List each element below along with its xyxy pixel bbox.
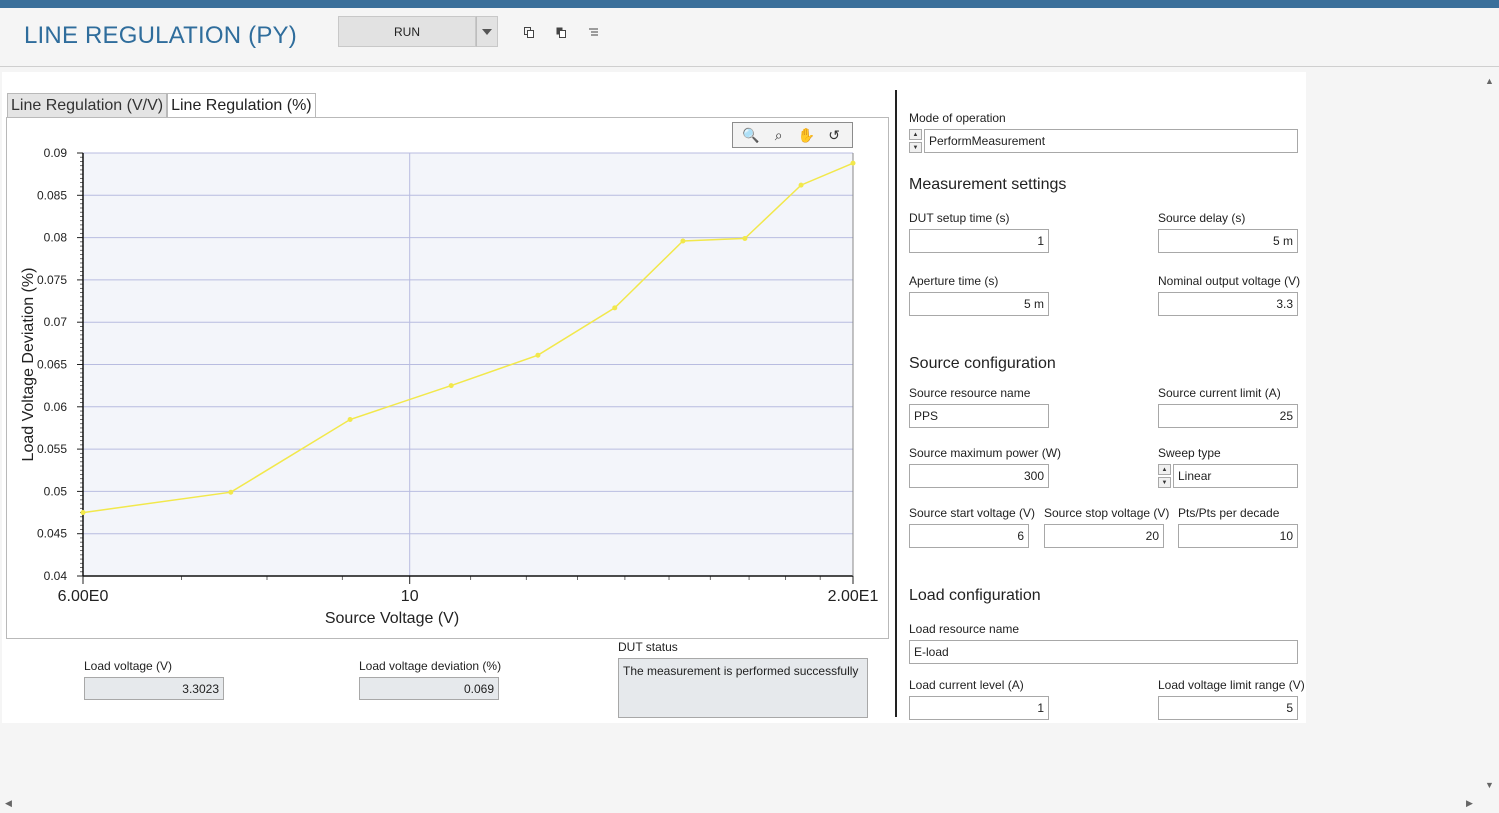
source-configuration-title: Source configuration xyxy=(909,355,1056,372)
sweep-type-spinner[interactable]: ▲ ▼ xyxy=(1158,464,1171,488)
chart-panel: 0.04 0.045 0.05 0.055 0.06 0.065 0.07 0.075 0.08… xyxy=(6,117,889,639)
reset-icon[interactable]: ↺ xyxy=(824,127,844,144)
nominal-voltage-field[interactable]: 3.3 xyxy=(1158,292,1298,316)
source-current-field[interactable]: 25 xyxy=(1158,404,1298,428)
y-tick-label: 0.085 xyxy=(37,188,67,202)
spin-down-icon[interactable]: ▼ xyxy=(1158,477,1171,488)
header: LINE REGULATION (PY) RUN xyxy=(0,8,1499,67)
y-tick-label: 0.09 xyxy=(44,146,68,160)
load-deviation-field: 0.069 xyxy=(359,677,499,700)
scroll-left-icon[interactable]: ◀ xyxy=(5,798,12,809)
source-delay-field[interactable]: 5 m xyxy=(1158,229,1298,253)
y-tick-label: 0.06 xyxy=(44,400,68,414)
y-tick-label: 0.055 xyxy=(37,442,67,456)
main-content: Line Regulation (V/V) Line Regulation (%… xyxy=(2,72,1306,723)
mode-spinner[interactable]: ▲ ▼ xyxy=(909,129,922,153)
scroll-down-icon[interactable]: ▼ xyxy=(1485,780,1494,790)
data-point xyxy=(742,235,748,241)
aperture-field[interactable]: 5 m xyxy=(909,292,1049,316)
data-point xyxy=(798,182,804,188)
list-icon[interactable] xyxy=(586,25,600,39)
data-point xyxy=(535,352,541,358)
stop-voltage-label: Source stop voltage (V) xyxy=(1044,506,1170,520)
data-point xyxy=(80,510,86,516)
source-current-label: Source current limit (A) xyxy=(1158,386,1281,400)
horizontal-scrollbar[interactable]: ◀ ▶ xyxy=(0,793,1479,813)
measurement-settings-title: Measurement settings xyxy=(909,176,1067,193)
dut-setup-field[interactable]: 1 xyxy=(909,229,1049,253)
y-tick-label: 0.04 xyxy=(44,569,68,583)
zoom-region-icon[interactable]: ⌕ xyxy=(769,127,789,144)
dut-status-field: The measurement is performed successfull… xyxy=(618,658,868,718)
start-voltage-label: Source start voltage (V) xyxy=(909,506,1036,520)
pan-hand-icon[interactable]: ✋ xyxy=(796,127,816,144)
spin-up-icon[interactable]: ▲ xyxy=(909,129,922,140)
load-current-label: Load current level (A) xyxy=(909,678,1024,692)
scroll-up-icon[interactable]: ▲ xyxy=(1485,76,1494,86)
y-tick-label: 0.065 xyxy=(37,358,67,372)
x-axis-title: Source Voltage (V) xyxy=(325,610,459,627)
load-current-field[interactable]: 1 xyxy=(909,696,1049,720)
load-resource-label: Load resource name xyxy=(909,622,1020,636)
aperture-label: Aperture time (s) xyxy=(909,274,999,288)
data-point xyxy=(448,383,454,389)
stop-voltage-field[interactable]: 20 xyxy=(1044,524,1164,548)
zoom-icon[interactable]: 🔍 xyxy=(741,127,761,144)
load-voltage-field: 3.3023 xyxy=(84,677,224,700)
x-tick-label: 6.00E0 xyxy=(58,588,109,605)
source-power-label: Source maximum power (W) xyxy=(909,446,1062,460)
y-tick-label: 0.075 xyxy=(37,273,67,287)
dut-setup-label: DUT setup time (s) xyxy=(909,211,1010,225)
x-tick-label: 10 xyxy=(401,588,419,605)
sweep-type-label: Sweep type xyxy=(1158,446,1221,460)
source-power-field[interactable]: 300 xyxy=(909,464,1049,488)
page-title: LINE REGULATION (PY) xyxy=(24,22,297,49)
scroll-right-icon[interactable]: ▶ xyxy=(1466,798,1473,809)
run-dropdown-button[interactable] xyxy=(476,16,498,47)
start-voltage-field[interactable]: 6 xyxy=(909,524,1029,548)
source-resource-label: Source resource name xyxy=(909,386,1031,400)
data-point xyxy=(347,416,353,422)
vertical-scrollbar[interactable]: ▲ ▼ xyxy=(1479,72,1499,794)
load-voltage-limit-label: Load voltage limit range (V) xyxy=(1158,678,1305,692)
chevron-down-icon xyxy=(482,28,492,35)
y-axis-title: Load Voltage Deviation (%) xyxy=(20,268,37,462)
tab-line-regulation-vv[interactable]: Line Regulation (V/V) xyxy=(7,93,168,118)
load-configuration-title: Load configuration xyxy=(909,587,1041,604)
graph-toolbar: 🔍 ⌕ ✋ ↺ xyxy=(732,122,853,148)
tab-line-regulation-percent[interactable]: Line Regulation (%) xyxy=(167,93,316,118)
pts-label: Pts/Pts per decade xyxy=(1178,506,1280,520)
y-tick-label: 0.07 xyxy=(44,315,68,329)
source-resource-field[interactable]: PPS xyxy=(909,404,1049,428)
top-accent-bar xyxy=(0,0,1499,8)
x-tick-label: 2.00E1 xyxy=(828,588,879,605)
run-button[interactable]: RUN xyxy=(338,16,476,47)
y-tick-label: 0.08 xyxy=(44,231,68,245)
copy-icon[interactable] xyxy=(522,25,536,39)
load-resource-field[interactable]: E-load xyxy=(909,640,1298,664)
panel-divider xyxy=(895,90,897,717)
data-point xyxy=(228,489,234,495)
line-regulation-chart: 0.04 0.045 0.05 0.055 0.06 0.065 0.07 0.075 0.08… xyxy=(20,146,879,627)
source-delay-label: Source delay (s) xyxy=(1158,211,1246,225)
data-point xyxy=(850,160,856,166)
y-tick-label: 0.05 xyxy=(44,484,68,498)
load-voltage-limit-field[interactable]: 5 xyxy=(1158,696,1298,720)
data-point xyxy=(680,238,686,244)
pts-field[interactable]: 10 xyxy=(1178,524,1298,548)
dut-status-label: DUT status xyxy=(618,640,678,654)
spin-up-icon[interactable]: ▲ xyxy=(1158,464,1171,475)
paste-icon[interactable] xyxy=(554,25,568,39)
nominal-voltage-label: Nominal output voltage (V) xyxy=(1158,274,1301,288)
sweep-type-field[interactable]: Linear xyxy=(1173,464,1298,488)
mode-field[interactable]: PerformMeasurement xyxy=(924,129,1298,153)
mode-label: Mode of operation xyxy=(909,111,1006,125)
load-deviation-label: Load voltage deviation (%) xyxy=(359,659,502,673)
data-point xyxy=(612,305,618,311)
spin-down-icon[interactable]: ▼ xyxy=(909,142,922,153)
y-tick-label: 0.045 xyxy=(37,527,67,541)
load-voltage-label: Load voltage (V) xyxy=(84,659,173,673)
chart-tabs: Line Regulation (V/V) Line Regulation (%… xyxy=(7,93,316,118)
